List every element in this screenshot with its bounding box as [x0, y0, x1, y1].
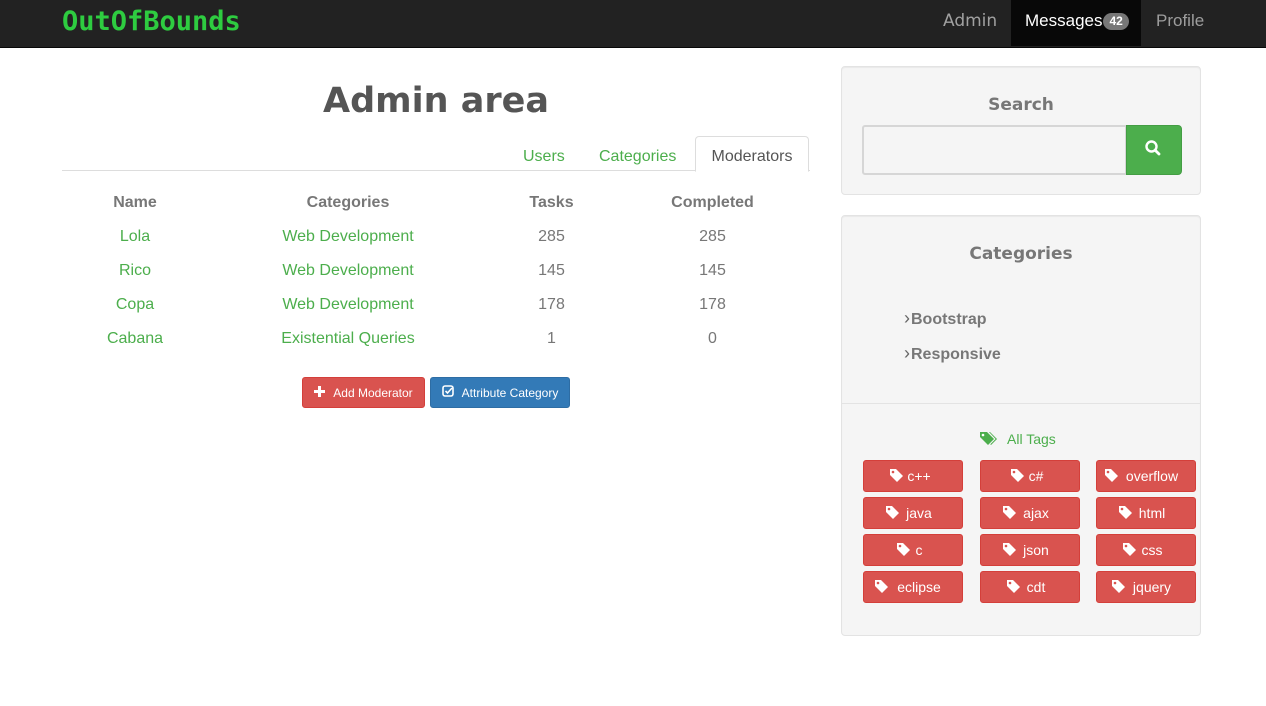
category-link[interactable]: Web Development — [208, 288, 488, 322]
admin-tabs: Users Categories Moderators — [62, 136, 810, 172]
category-link[interactable]: Existential Queries — [208, 322, 488, 356]
header-categories: Categories — [306, 194, 390, 211]
tag-label: json — [1023, 542, 1049, 558]
tag-button[interactable]: c — [863, 534, 963, 566]
moderator-name-link[interactable]: Copa — [62, 288, 208, 322]
tag-button[interactable]: java — [863, 497, 963, 529]
tag-label: java — [906, 505, 932, 521]
category-item-responsive[interactable]: ›Responsive — [904, 343, 1001, 364]
panel-divider — [842, 403, 1200, 404]
header-tasks: Tasks — [529, 194, 574, 211]
tasks-cell: 178 — [538, 296, 565, 313]
tab-categories[interactable]: Categories — [599, 136, 676, 171]
tags-icon — [980, 431, 1007, 447]
table-row: Cabana Existential Queries 1 0 — [62, 322, 810, 356]
tag-button[interactable]: c# — [980, 460, 1080, 492]
table-header-row: Name Categories Tasks Completed — [62, 186, 810, 220]
chevron-right-icon: › — [904, 308, 910, 328]
moderator-name-link[interactable]: Cabana — [62, 322, 208, 356]
tag-button[interactable]: css — [1096, 534, 1196, 566]
tag-label: ajax — [1023, 505, 1049, 521]
tag-label: html — [1138, 505, 1166, 521]
check-square-icon — [441, 378, 454, 407]
category-item-bootstrap[interactable]: ›Bootstrap — [904, 308, 987, 329]
attribute-category-label: Attribute Category — [461, 386, 559, 400]
table-row: Copa Web Development 178 178 — [62, 288, 810, 322]
tag-label: c# — [1028, 468, 1044, 484]
category-link[interactable]: Web Development — [208, 220, 488, 254]
chevron-right-icon: › — [904, 343, 910, 363]
search-panel: Search — [841, 66, 1201, 195]
top-navbar: OutOfBounds Admin Messages 42 Profile — [0, 0, 1266, 48]
tag-label: c++ — [907, 468, 931, 484]
plus-icon — [314, 378, 326, 407]
header-completed: Completed — [671, 194, 754, 211]
search-input[interactable] — [862, 125, 1127, 175]
completed-cell: 178 — [699, 296, 726, 313]
tag-button[interactable]: c++ — [863, 460, 963, 492]
completed-cell: 0 — [708, 330, 717, 347]
tag-label: css — [1141, 542, 1163, 558]
tasks-cell: 285 — [538, 228, 565, 245]
tasks-cell: 145 — [538, 262, 565, 279]
moderator-name-link[interactable]: Rico — [62, 254, 208, 288]
tag-label: cdt — [1026, 579, 1046, 595]
messages-count-badge: 42 — [1103, 13, 1129, 30]
tag-button[interactable]: ajax — [980, 497, 1080, 529]
nav-admin[interactable]: Admin — [943, 0, 997, 46]
nav-messages-label: Messages — [1025, 11, 1103, 30]
tab-moderators[interactable]: Moderators — [695, 136, 809, 172]
category-link[interactable]: Web Development — [208, 254, 488, 288]
completed-cell: 285 — [699, 228, 726, 245]
tag-button[interactable]: eclipse — [863, 571, 963, 603]
category-label: Responsive — [911, 346, 1001, 363]
tag-button[interactable]: html — [1096, 497, 1196, 529]
moderator-name-link[interactable]: Lola — [62, 220, 208, 254]
attribute-category-button[interactable]: Attribute Category — [430, 377, 570, 408]
page-title: Admin area — [323, 81, 549, 121]
add-moderator-button[interactable]: Add Moderator — [302, 377, 425, 408]
category-label: Bootstrap — [911, 311, 987, 328]
search-heading: Search — [988, 95, 1054, 115]
tab-users[interactable]: Users — [523, 136, 565, 171]
tag-label: c — [915, 542, 923, 558]
tag-button[interactable]: json — [980, 534, 1080, 566]
add-moderator-label: Add Moderator — [333, 386, 413, 400]
header-name: Name — [113, 194, 157, 211]
all-tags-link[interactable]: All Tags — [980, 431, 1056, 447]
nav-messages[interactable]: Messages 42 — [1011, 0, 1141, 46]
all-tags-label: All Tags — [1007, 431, 1056, 447]
tag-label: jquery — [1132, 579, 1172, 595]
categories-heading: Categories — [969, 244, 1073, 264]
table-row: Rico Web Development 145 145 — [62, 254, 810, 288]
tag-button[interactable]: jquery — [1096, 571, 1196, 603]
tag-button[interactable]: overflow — [1096, 460, 1196, 492]
tasks-cell: 1 — [547, 330, 556, 347]
completed-cell: 145 — [699, 262, 726, 279]
tag-label: overflow — [1125, 468, 1179, 484]
nav-profile[interactable]: Profile — [1156, 0, 1204, 46]
brand-logo[interactable]: OutOfBounds — [62, 4, 241, 40]
tag-label: eclipse — [897, 579, 941, 595]
tag-button[interactable]: cdt — [980, 571, 1080, 603]
table-row: Lola Web Development 285 285 — [62, 220, 810, 254]
search-button[interactable] — [1126, 125, 1182, 175]
moderators-table: Name Categories Tasks Completed Lola Web… — [62, 186, 810, 356]
